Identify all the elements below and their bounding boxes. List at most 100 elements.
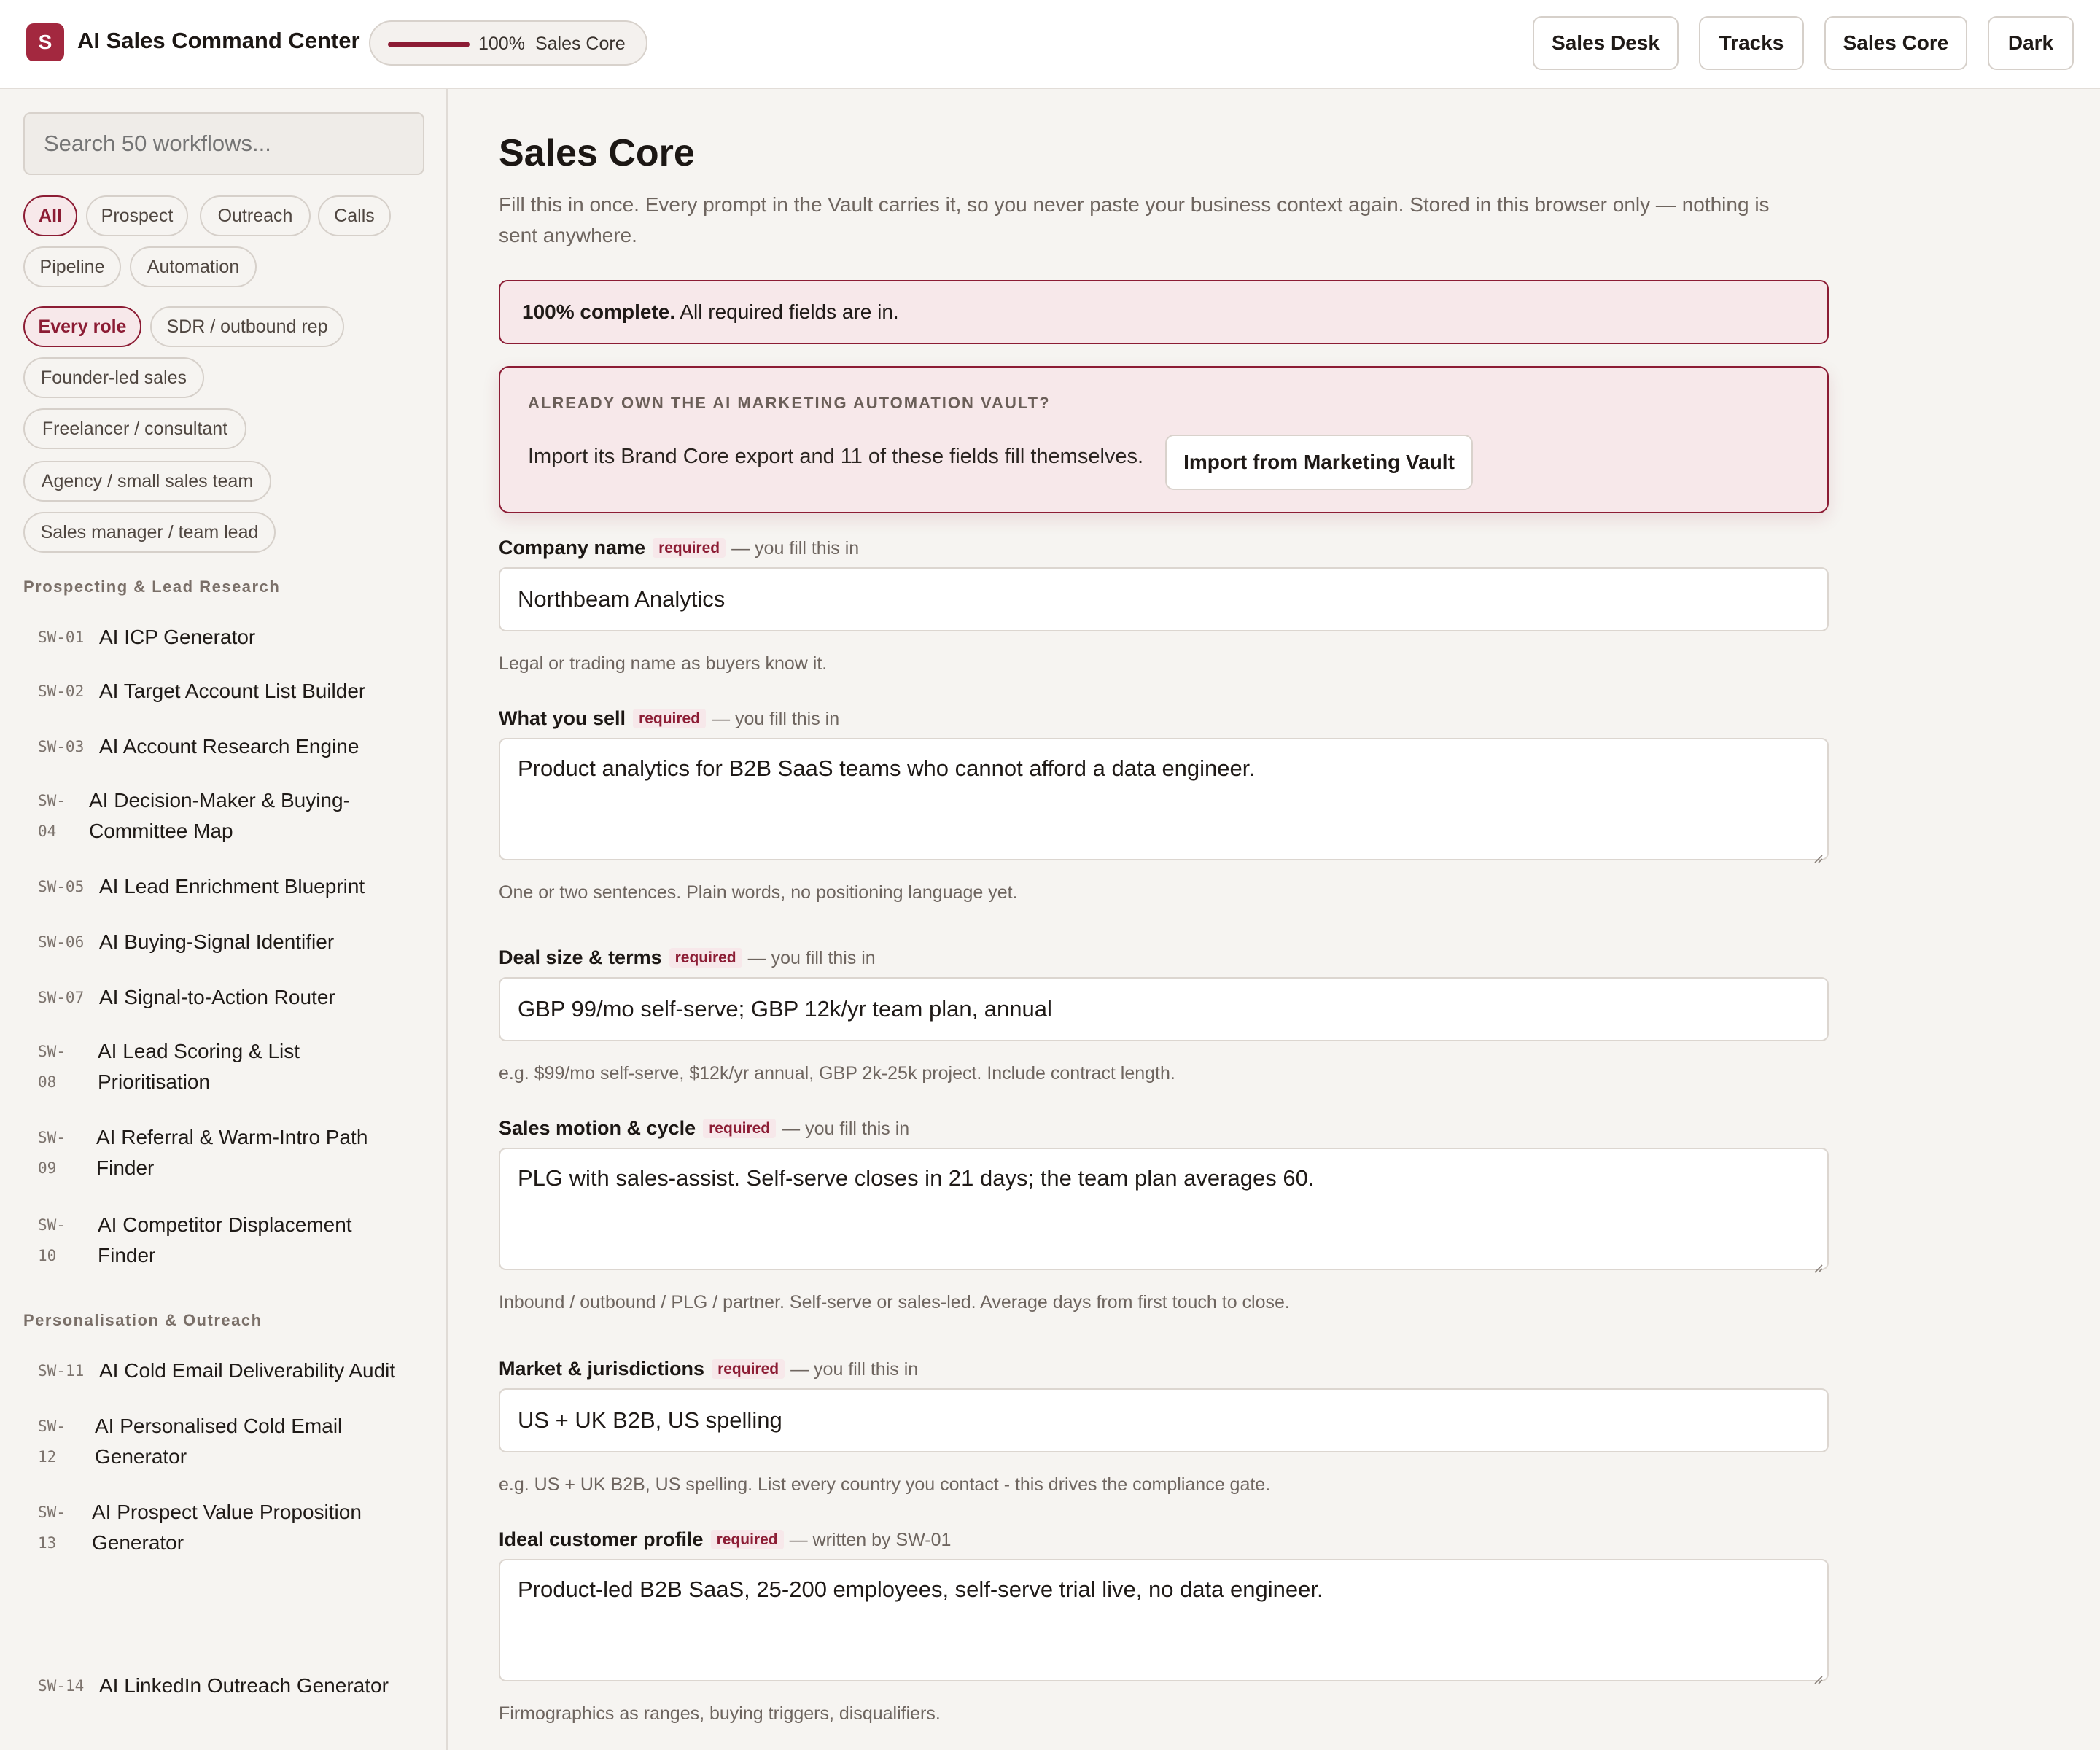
field-hint-sales-motion: Inbound / outbound / PLG / partner. Self… xyxy=(499,1292,1290,1312)
workflow-label: Committee Map xyxy=(89,820,233,842)
workflow-item-sw-01[interactable]: SW-01 AI ICP Generator xyxy=(38,621,417,653)
workflow-item-sw-02[interactable]: SW-02 AI Target Account List Builder xyxy=(38,675,417,707)
filter-chip-all[interactable]: All xyxy=(23,195,77,236)
workflow-item-sw-04[interactable]: SW- 04 AI Decision-Maker & Buying- Commi… xyxy=(38,785,417,849)
field-hint-icp: Firmographics as ranges, buying triggers… xyxy=(499,1703,941,1724)
workflow-label: Finder xyxy=(98,1244,156,1267)
workflow-item-sw-05[interactable]: SW-05 AI Lead Enrichment Blueprint xyxy=(38,871,417,903)
import-kicker: ALREADY OWN THE AI MARKETING AUTOMATION … xyxy=(528,394,1051,412)
section-heading-prospecting: Prospecting & Lead Research xyxy=(23,578,281,596)
field-label-text: Deal size & terms xyxy=(499,946,662,968)
role-chip-agency[interactable]: Agency / small sales team xyxy=(23,461,271,502)
company-name-input[interactable]: Northbeam Analytics xyxy=(499,567,1829,631)
field-source: — you fill this in xyxy=(782,1119,910,1139)
field-hint-company-name: Legal or trading name as buyers know it. xyxy=(499,653,828,674)
role-chip-freelancer[interactable]: Freelancer / consultant xyxy=(23,408,246,449)
workflow-code: 12 xyxy=(38,1448,57,1466)
required-badge: required xyxy=(710,1530,784,1549)
workflow-item-sw-06[interactable]: SW-06 AI Buying-Signal Identifier xyxy=(38,926,417,958)
workflow-item-sw-11[interactable]: SW-11 AI Cold Email Deliverability Audit xyxy=(38,1355,417,1387)
icp-textarea[interactable]: Product-led B2B SaaS, 25-200 employees, … xyxy=(499,1559,1829,1684)
role-chip-sales-manager[interactable]: Sales manager / team lead xyxy=(23,512,276,553)
field-label-deal-size: Deal size & terms required — you fill this… xyxy=(499,946,876,969)
field-label-text: Sales motion & cycle xyxy=(499,1117,696,1139)
workflow-item-sw-13[interactable]: SW- 13 AI Prospect Value Proposition Gen… xyxy=(38,1496,417,1560)
workflow-code: SW- xyxy=(38,1129,66,1146)
workflow-item-sw-03[interactable]: SW-03 AI Account Research Engine xyxy=(38,731,417,763)
workflow-code: 09 xyxy=(38,1159,57,1177)
filter-chip-outreach[interactable]: Outreach xyxy=(200,195,311,236)
field-source: — written by SW-01 xyxy=(789,1530,952,1550)
sales-core-progress[interactable]: 100% Sales Core xyxy=(369,20,648,66)
field-hint-market: e.g. US + UK B2B, US spelling. List ever… xyxy=(499,1474,1271,1495)
required-badge: required xyxy=(633,709,707,728)
workflow-item-sw-09[interactable]: SW- 09 AI Referral & Warm-Intro Path Fin… xyxy=(38,1121,417,1186)
workflow-code: 13 xyxy=(38,1534,57,1552)
workflow-item-sw-14[interactable]: SW-14 AI LinkedIn Outreach Generator xyxy=(38,1670,417,1702)
app-logo: S xyxy=(26,23,64,61)
sidebar: All Prospect Outreach Calls Pipeline Aut… xyxy=(0,89,448,1750)
filter-chip-calls[interactable]: Calls xyxy=(318,195,391,236)
workflow-code: 10 xyxy=(38,1247,57,1264)
completion-strong: 100% complete. xyxy=(522,300,676,323)
completion-text: All required fields are in. xyxy=(680,300,899,323)
nav-sales-desk-button[interactable]: Sales Desk xyxy=(1533,16,1679,70)
workflow-label: AI LinkedIn Outreach Generator xyxy=(99,1674,389,1697)
workflow-code: SW-01 xyxy=(38,629,85,646)
import-marketing-vault-button[interactable]: Import from Marketing Vault xyxy=(1165,435,1473,490)
page-title: Sales Core xyxy=(499,132,695,174)
field-label-sales-motion: Sales motion & cycle required — you fill t… xyxy=(499,1117,909,1140)
workflow-code: SW- xyxy=(38,1043,66,1060)
progress-fill xyxy=(388,42,470,47)
field-label-what-you-sell: What you sell required — you fill this in xyxy=(499,707,839,730)
main-content: Sales Core Fill this in once. Every prom… xyxy=(449,89,2100,1750)
nav-sales-core-button[interactable]: Sales Core xyxy=(1824,16,1967,70)
workflow-code: SW-05 xyxy=(38,878,85,895)
market-input[interactable]: US + UK B2B, US spelling xyxy=(499,1388,1829,1452)
workflow-label: Generator xyxy=(92,1531,184,1554)
nav-tracks-button[interactable]: Tracks xyxy=(1699,16,1804,70)
workflow-search-input[interactable] xyxy=(23,112,424,175)
role-chip-every-role[interactable]: Every role xyxy=(23,306,141,347)
workflow-code: SW-07 xyxy=(38,989,85,1006)
workflow-label: AI Account Research Engine xyxy=(99,735,359,758)
workflow-label: AI Target Account List Builder xyxy=(99,680,366,702)
required-badge: required xyxy=(712,1359,785,1379)
deal-size-input[interactable]: GBP 99/mo self-serve; GBP 12k/yr team pl… xyxy=(499,977,1829,1041)
workflow-item-sw-08[interactable]: SW- 08 AI Lead Scoring & List Prioritisa… xyxy=(38,1035,417,1100)
workflow-item-sw-07[interactable]: SW-07 AI Signal-to-Action Router xyxy=(38,981,417,1014)
page-description: Fill this in once. Every prompt in the V… xyxy=(499,193,1770,246)
workflow-label: AI Decision-Maker & Buying- xyxy=(89,789,350,812)
workflow-item-sw-12[interactable]: SW- 12 AI Personalised Cold Email Genera… xyxy=(38,1410,417,1474)
workflow-label: AI Lead Enrichment Blueprint xyxy=(99,875,365,898)
workflow-label: AI Buying-Signal Identifier xyxy=(99,930,335,953)
resize-grip-icon[interactable] xyxy=(1811,843,1823,863)
workflow-label: AI Lead Scoring & List xyxy=(98,1040,300,1062)
progress-track xyxy=(388,42,470,47)
filter-chip-prospect[interactable]: Prospect xyxy=(86,195,188,236)
role-chip-founder[interactable]: Founder-led sales xyxy=(23,357,204,398)
workflow-code: SW-03 xyxy=(38,738,85,755)
field-source: — you fill this in xyxy=(790,1359,919,1380)
workflow-code: SW-02 xyxy=(38,682,85,700)
workflow-code: SW-14 xyxy=(38,1677,85,1695)
sales-motion-textarea[interactable]: PLG with sales-assist. Self-serve closes… xyxy=(499,1148,1829,1273)
workflow-code: 04 xyxy=(38,822,57,840)
what-you-sell-textarea[interactable]: Product analytics for B2B SaaS teams who… xyxy=(499,738,1829,863)
workflow-label: Finder xyxy=(96,1156,155,1179)
workflow-label: AI Competitor Displacement xyxy=(98,1213,352,1236)
filter-chip-pipeline[interactable]: Pipeline xyxy=(23,246,121,287)
field-label-company-name: Company name required — you fill this in xyxy=(499,537,859,559)
resize-grip-icon[interactable] xyxy=(1811,1664,1823,1684)
resize-grip-icon[interactable] xyxy=(1811,1253,1823,1273)
workflow-item-sw-10[interactable]: SW- 10 AI Competitor Displacement Finder xyxy=(38,1209,417,1273)
workflow-label: AI Signal-to-Action Router xyxy=(99,986,335,1008)
theme-dark-button[interactable]: Dark xyxy=(1988,16,2074,70)
progress-percent: 100% xyxy=(478,34,525,54)
field-label-market: Market & jurisdictions required — you fill… xyxy=(499,1358,918,1380)
required-badge: required xyxy=(669,948,742,968)
role-chip-sdr[interactable]: SDR / outbound rep xyxy=(150,306,344,347)
workflow-code: SW- xyxy=(38,1504,66,1521)
filter-chip-automation[interactable]: Automation xyxy=(130,246,257,287)
field-source: — you fill this in xyxy=(731,538,860,559)
